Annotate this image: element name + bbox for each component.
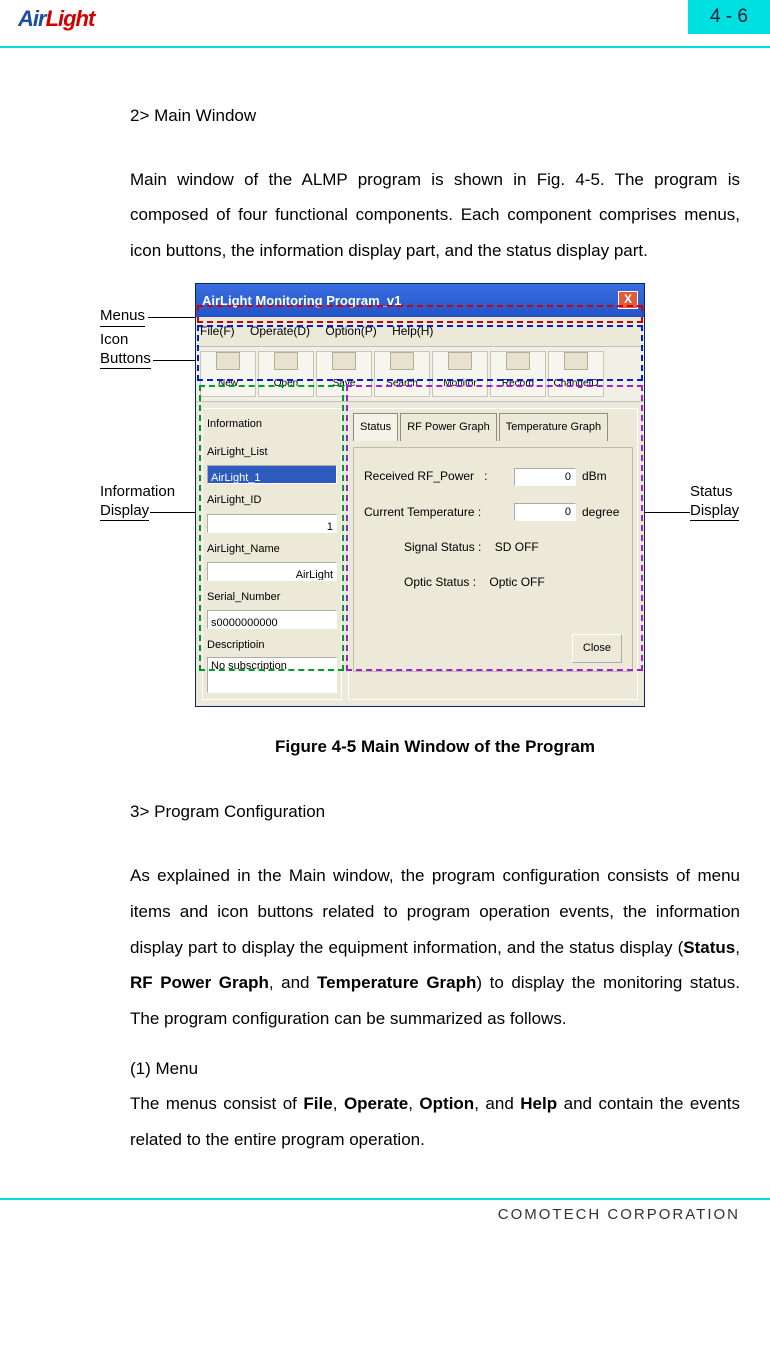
bold-temp: Temperature Graph (317, 973, 476, 992)
desc-field[interactable]: No subscription (207, 657, 337, 693)
section-2-title: 2> Main Window (130, 98, 740, 134)
window-title: AirLight Monitoring Program_v1 (202, 287, 401, 314)
rf-power-label: Received RF_Power : (364, 464, 514, 489)
section-2-paragraph: Main window of the ALMP program is shown… (130, 162, 740, 269)
content: 2> Main Window Main window of the ALMP p… (0, 48, 770, 1158)
logo-light: Light (46, 6, 95, 31)
menu-help[interactable]: Help(H) (392, 324, 433, 338)
menubar: File(F) Operate(D) Option(P) Help(H) (196, 317, 644, 347)
info-group-label: Information (207, 413, 337, 436)
tab-temperature-graph[interactable]: Temperature Graph (499, 413, 608, 441)
name-field[interactable]: AirLight (207, 562, 337, 581)
id-field[interactable]: 1 (207, 514, 337, 533)
serial-label: Serial_Number (207, 586, 337, 609)
name-label: AirLight_Name (207, 538, 337, 561)
rf-power-value: 0 (514, 468, 576, 486)
toolbar-search-button[interactable]: Search (374, 351, 430, 397)
footer-text: COMOTECH CORPORATION (0, 1200, 770, 1235)
close-icon[interactable]: X (618, 291, 638, 309)
menu-operate[interactable]: Operate(D) (250, 324, 310, 338)
annot-icon-buttons: Icon Buttons (100, 331, 151, 370)
bold-help: Help (520, 1094, 557, 1113)
figure-4-5: Menus Icon Buttons Information Display S… (0, 283, 770, 723)
signal-status-row: Signal Status : SD OFF (404, 535, 622, 560)
toolbar-changeid-button[interactable]: ChangeID (548, 351, 604, 397)
id-label: AirLight_ID (207, 489, 337, 512)
toolbar-record-button[interactable]: Record (490, 351, 546, 397)
annot-menus-line (148, 317, 195, 318)
bold-rf: RF Power Graph (130, 973, 269, 992)
optic-status-label: Optic Status : (404, 575, 476, 589)
bold-status: Status (683, 938, 735, 957)
rf-power-unit: dBm (582, 464, 607, 489)
record-icon (506, 352, 530, 370)
search-icon (390, 352, 414, 370)
menu-file[interactable]: File(F) (200, 324, 235, 338)
save-icon (332, 352, 356, 370)
signal-status-value: SD OFF (495, 540, 539, 554)
new-icon (216, 352, 240, 370)
status-panel: Status RF Power Graph Temperature Graph … (348, 408, 638, 700)
logo: AirLight (18, 6, 94, 32)
subsection-1-paragraph: The menus consist of File, Operate, Opti… (130, 1086, 740, 1157)
menu-option[interactable]: Option(P) (325, 324, 376, 338)
desc-label: Descriptioin (207, 634, 337, 657)
optic-status-value: Optic OFF (489, 575, 544, 589)
annot-icon-buttons-line (153, 360, 195, 361)
status-body: Received RF_Power : 0 dBm Current Temper… (353, 447, 633, 672)
toolbar-open-button[interactable]: Open (258, 351, 314, 397)
page-number-badge: 4 - 6 (688, 0, 770, 34)
tab-rf-power-graph[interactable]: RF Power Graph (400, 413, 497, 441)
signal-status-label: Signal Status : (404, 540, 481, 554)
figure-caption: Figure 4-5 Main Window of the Program (130, 729, 740, 765)
rf-power-row: Received RF_Power : 0 dBm (364, 464, 622, 489)
app-body: Information AirLight_List AirLight_1 Air… (196, 402, 644, 706)
optic-status-row: Optic Status : Optic OFF (404, 570, 622, 595)
section-3-title: 3> Program Configuration (130, 794, 740, 830)
close-button[interactable]: Close (572, 634, 622, 663)
toolbar-save-button[interactable]: Save (316, 351, 372, 397)
toolbar-monitor-button[interactable]: Monitor (432, 351, 488, 397)
temperature-label: Current Temperature : (364, 500, 514, 525)
app-window: AirLight Monitoring Program_v1 X File(F)… (195, 283, 645, 707)
temperature-row: Current Temperature : 0 degree (364, 500, 622, 525)
page-header: AirLight 4 - 6 (0, 0, 770, 46)
tab-status[interactable]: Status (353, 413, 398, 441)
toolbar-new-button[interactable]: New (200, 351, 256, 397)
annot-status-display: Status Display (690, 483, 739, 522)
changeid-icon (564, 352, 588, 370)
annot-info-display: Information Display (100, 483, 175, 522)
list-label: AirLight_List (207, 441, 337, 464)
temperature-unit: degree (582, 500, 619, 525)
section-3-paragraph: As explained in the Main window, the pro… (130, 858, 740, 1036)
subsection-1-title: (1) Menu (130, 1051, 740, 1087)
status-tabs: Status RF Power Graph Temperature Graph (353, 413, 633, 441)
toolbar: New Open Save Search Monitor Record Chan… (196, 347, 644, 402)
monitor-icon (448, 352, 472, 370)
open-icon (274, 352, 298, 370)
titlebar: AirLight Monitoring Program_v1 X (196, 284, 644, 317)
logo-air: Air (18, 6, 46, 31)
bold-operate: Operate (344, 1094, 408, 1113)
information-panel: Information AirLight_List AirLight_1 Air… (202, 408, 342, 700)
serial-field[interactable]: s0000000000 (207, 610, 337, 629)
bold-option: Option (419, 1094, 474, 1113)
annot-status-display-line (645, 512, 690, 513)
temperature-value: 0 (514, 503, 576, 521)
bold-file: File (303, 1094, 332, 1113)
page: AirLight 4 - 6 2> Main Window Main windo… (0, 0, 770, 1370)
annot-menus: Menus (100, 307, 145, 327)
list-field[interactable]: AirLight_1 (207, 465, 337, 484)
annot-info-display-line (150, 512, 195, 513)
